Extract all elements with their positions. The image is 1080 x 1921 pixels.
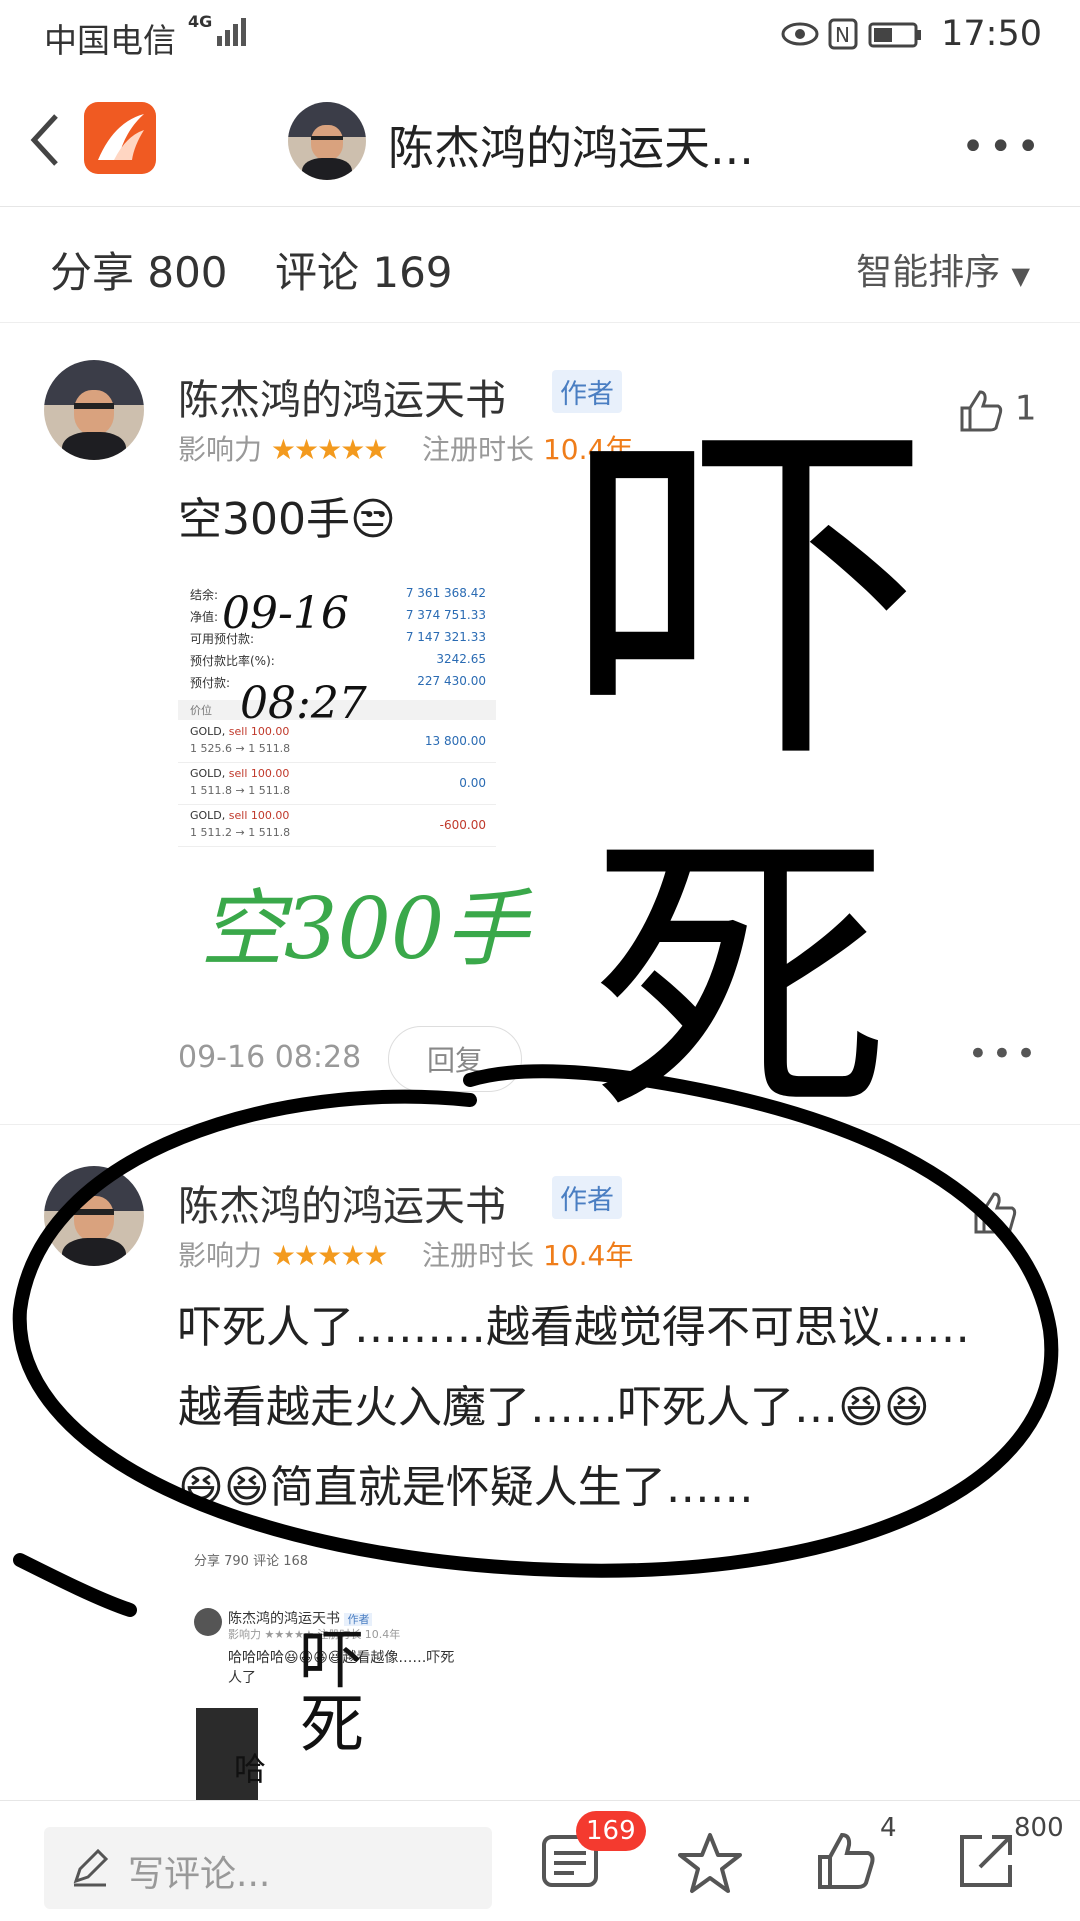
reg-label: 注册时长 [422, 1239, 535, 1272]
back-arrow-icon[interactable] [26, 110, 66, 170]
counts-bar: 分享 800 评论 169 智能排序 ▼ [0, 207, 1080, 323]
comment-line: 越看越走火入魔了……吓死人了…😆😆 [178, 1382, 930, 1433]
share-count: 800 [1014, 1813, 1064, 1843]
clock: 17:50 [941, 14, 1042, 54]
thumb-author: 陈杰鸿的鸿运天书 作者 [228, 1608, 373, 1628]
header-avatar[interactable] [288, 102, 366, 180]
thumb-avatar [194, 1608, 222, 1636]
logo-swoosh-icon [98, 114, 144, 160]
reg-years: 10.4年 [542, 1239, 634, 1272]
comment-text-body: 空300手 [178, 494, 350, 545]
account-row: 预付款比率(%): 3242.65 [190, 652, 486, 668]
write-placeholder: 写评论... [128, 1854, 271, 1895]
write-comment-input[interactable]: 写评论... [44, 1827, 492, 1909]
share-button[interactable]: 800 [956, 1813, 1064, 1895]
comment-meta: 影响力 ★★★★★ 注册时长 10.4年 [178, 428, 633, 468]
pencil-icon [73, 1848, 109, 1887]
thumbs-up-icon [960, 390, 1003, 432]
comment-line: 😆😆简直就是怀疑人生了…… [178, 1462, 754, 1513]
share-icon [960, 1835, 1012, 1887]
influence-stars: ★★★★★ [270, 1239, 389, 1272]
comment-line: 吓死人了………越看越觉得不可思议…… [178, 1302, 970, 1353]
sort-dropdown[interactable]: 智能排序 ▼ [856, 243, 1030, 295]
eye-icon [781, 22, 819, 46]
thumbs-up-icon [818, 1832, 875, 1889]
like-count: 1 [1014, 388, 1037, 429]
like-count: 4 [880, 1813, 897, 1843]
reply-button[interactable]: 回复 [388, 1026, 523, 1092]
comment-count-badge: 169 [576, 1811, 646, 1851]
comments-button[interactable]: 169 [540, 1811, 646, 1895]
comment-more-icon[interactable]: ••• [968, 1034, 1040, 1074]
comment-timestamp: 09-16 08:28 [178, 1040, 362, 1075]
comment-text: 吓死人了………越看越觉得不可思议…… 越看越走火入魔了……吓死人了…😆😆 😆😆简… [178, 1292, 1038, 1524]
carrier-label: 中国电信 [44, 21, 176, 60]
handwritten-big-2: 死 [590, 805, 890, 1154]
order-row: GOLD, sell 100.00 1 511.2 → 1 511.8 -600… [178, 806, 496, 847]
thumb-counts: 分享 790 评论 168 [194, 1554, 309, 1569]
signal-icon [217, 18, 246, 46]
influence-label: 影响力 [178, 433, 263, 466]
comment-image[interactable]: 分享 790 评论 168 陈杰鸿的鸿运天书 作者 影响力 ★★★★★ 注册时长… [184, 1548, 484, 1820]
comment-author[interactable]: 陈杰鸿的鸿运天书 [178, 1172, 506, 1232]
thumb-handwriting-ha: 哈 [234, 1750, 267, 1788]
star-icon[interactable] [678, 1831, 742, 1895]
handwritten-green-note: 空300手 [200, 880, 529, 978]
bottom-bar: 写评论... 169 4 800 [0, 1800, 1080, 1921]
comment-author[interactable]: 陈杰鸿的鸿运天书 [178, 366, 506, 426]
handwritten-big-1: 吓 [570, 390, 930, 809]
comment-text: 空300手😒 [178, 484, 396, 556]
handwritten-date: 09-16 [222, 588, 349, 639]
like-post-button[interactable]: 4 [816, 1813, 897, 1895]
tab-comment-count[interactable]: 评论 169 [275, 239, 453, 300]
caret-down-icon: ▼ [1011, 262, 1030, 290]
app-logo[interactable] [84, 102, 156, 174]
header: 陈杰鸿的鸿运天... ••• [0, 76, 1080, 207]
comment-avatar[interactable] [44, 360, 144, 460]
divider [0, 1124, 1080, 1125]
influence-label: 影响力 [178, 1239, 263, 1272]
svg-text:N: N [835, 23, 850, 47]
like-button[interactable]: 1 [958, 388, 1036, 432]
reg-label: 注册时长 [422, 433, 535, 466]
battery-icon [868, 22, 921, 48]
status-icons: N [781, 18, 921, 50]
comment-image[interactable]: 结余: 7 361 368.42 净值: 7 374 751.33 可用预付款: 7 … [178, 578, 496, 850]
handwritten-time: 08:27 [240, 678, 367, 729]
network-label: 4G [188, 12, 213, 31]
comment-avatar[interactable] [44, 1166, 144, 1266]
nfc-icon: N [828, 18, 858, 50]
author-badge: 作者 [552, 1176, 622, 1219]
comment-meta: 影响力 ★★★★★ 注册时长 10.4年 [178, 1234, 633, 1274]
order-row: GOLD, sell 100.00 1 511.8 → 1 511.8 0.00 [178, 764, 496, 805]
annoyed-emoji: 😒 [349, 494, 396, 545]
status-bar: 中国电信 4G N 17:50 [0, 0, 1080, 76]
sort-label: 智能排序 [856, 252, 1001, 293]
thumb-handwriting: 吓死 [289, 1626, 363, 1754]
page-title[interactable]: 陈杰鸿的鸿运天... [388, 112, 754, 178]
thumbs-up-icon[interactable] [972, 1190, 1018, 1234]
more-icon[interactable]: ••• [961, 124, 1044, 170]
influence-stars: ★★★★★ [270, 433, 389, 466]
tab-share-count[interactable]: 分享 800 [50, 239, 228, 300]
